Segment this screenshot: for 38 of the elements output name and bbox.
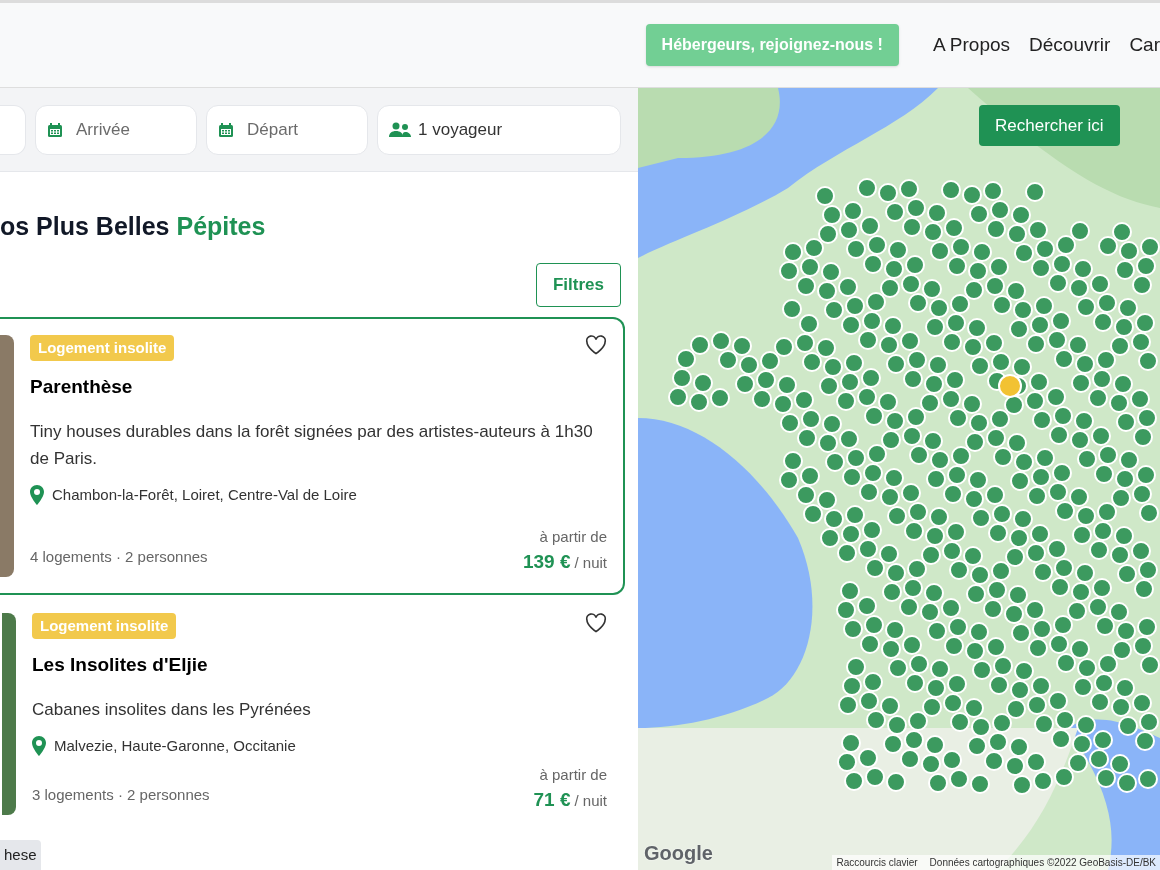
- price-text: 71 €: [533, 788, 571, 812]
- price-prefix: à partir de: [539, 764, 607, 785]
- heart-icon[interactable]: [585, 612, 607, 633]
- map-logo: Google: [644, 841, 713, 866]
- map-drawing[interactable]: [638, 88, 1160, 870]
- filters-button[interactable]: Filtres: [535, 262, 621, 307]
- price-unit: / nuit: [574, 791, 607, 811]
- listing-description: Cabanes insolites dans les Pyrénées: [32, 698, 312, 721]
- users-icon: [389, 121, 411, 138]
- map-attribution: Données cartographiques ©2022 GeoBasis-DE/BK: [929, 856, 1156, 870]
- input-field[interactable]: [0, 104, 26, 155]
- nav-link[interactable]: Car: [1129, 30, 1160, 60]
- listing-title[interactable]: Les Insolites d'Eljie: [32, 651, 607, 680]
- nav-link[interactable]: Découvrir: [1029, 30, 1111, 60]
- listing-description: Tiny houses durables dans la forêt signées par des artistes-auteurs à 1h30 de Paris.: [30, 420, 594, 470]
- heart-icon[interactable]: [585, 334, 607, 355]
- location-text: Chambon-la-Forêt, Loiret, Centre-Val de Loire: [52, 484, 357, 505]
- location-text: Malvezie, Haute-Garonne, Occitanie: [54, 735, 296, 756]
- listing-card[interactable]: Logement insolite Les Insolites d'Eljie Cabanes insolites dans les Pyrénées Malvezie, Haute-Garonne, Occitanie 3 logements · 2 personnes à partir de 71 € / nuit: [0, 594, 625, 833]
- listing-card[interactable]: [0, 316, 625, 595]
- capacity-text: 4 logements · 2 personnes: [30, 547, 208, 567]
- category-badge: Logement insolite: [30, 334, 175, 361]
- map-pin-icon: [32, 735, 46, 756]
- capacity-text: 3 logements · 2 personnes: [32, 785, 210, 805]
- guests-field[interactable]: 1 voyageur: [377, 104, 621, 155]
- keyboard-shortcuts-link[interactable]: Raccourcis clavier: [836, 855, 918, 870]
- section-title: os Plus Belles Pépites: [0, 212, 266, 240]
- map-pin-icon: [30, 484, 44, 505]
- nav-link[interactable]: A Propos: [932, 30, 1011, 60]
- category-badge: Logement insolite: [32, 612, 177, 639]
- date-field[interactable]: Départ: [206, 104, 368, 155]
- price-text: 139 €: [522, 550, 571, 574]
- date-field[interactable]: Arrivée: [35, 104, 197, 155]
- price-prefix: à partir de: [539, 526, 607, 547]
- search-here-button[interactable]: Rechercher ici: [979, 105, 1120, 146]
- tooltip: hese: [0, 839, 41, 870]
- listing-title[interactable]: Parenthèse: [30, 373, 607, 402]
- price-unit: / nuit: [574, 553, 607, 573]
